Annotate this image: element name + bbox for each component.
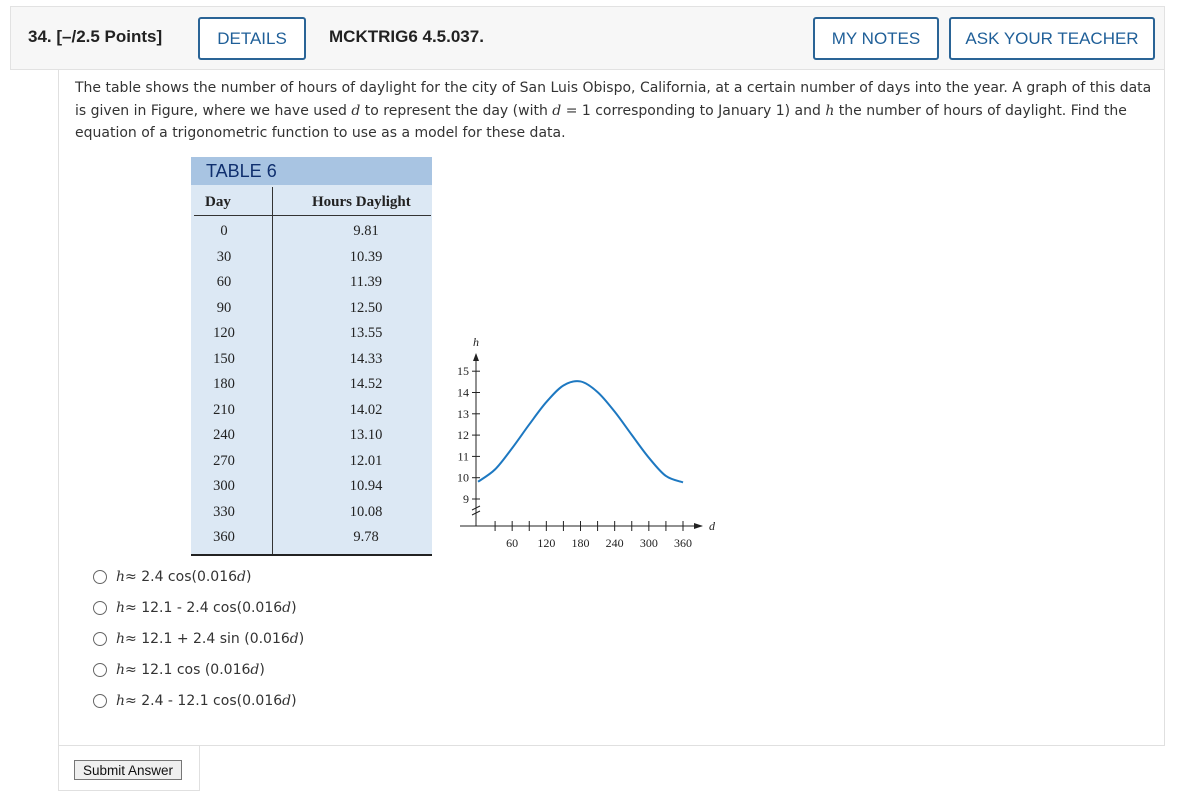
table-cell-hours: 10.94: [349, 478, 383, 494]
table-cell-day: 150: [213, 350, 235, 367]
radio-button[interactable]: [93, 632, 107, 646]
choice-var: h: [116, 569, 126, 585]
radio-button[interactable]: [93, 663, 107, 677]
table-cell-hours: 14.52: [349, 376, 383, 392]
table-cell-hours: 9.78: [353, 529, 379, 545]
table-cell-day: 90: [216, 299, 232, 316]
choice-var: d: [282, 600, 292, 616]
choice-var: h: [116, 631, 126, 647]
choice-5[interactable]: h ≈ 2.4 - 12.1 cos(0.016 d): [93, 690, 297, 712]
choice-text: ): [246, 569, 252, 585]
table-cell-day: 60: [216, 274, 232, 290]
choice-var: d: [237, 569, 246, 585]
table-cell-hours: 9.81: [353, 223, 379, 239]
x-tick-label: 180: [572, 536, 590, 550]
y-tick-label: 15: [457, 364, 469, 378]
prompt-text-3: = 1 corresponding to January 1) and: [561, 102, 826, 119]
x-axis-arrow: [694, 523, 703, 529]
choice-text: ): [291, 693, 297, 709]
submit-answer-button[interactable]: Submit Answer: [74, 760, 182, 780]
y-tick-label: 13: [457, 407, 469, 421]
radio-button[interactable]: [93, 570, 107, 584]
prompt-var-d: d: [351, 102, 361, 119]
choice-var: h: [116, 600, 126, 616]
y-tick-label: 11: [457, 449, 469, 463]
table-caption: TABLE 6: [191, 157, 432, 185]
prompt-text-2: to represent the day (with: [360, 102, 553, 119]
daylight-graph: 9 10 11 12 13 14 15 60 120 180 240 300 360 h d: [457, 335, 716, 550]
x-tick-label: 120: [537, 536, 555, 550]
table-cell-day: 300: [213, 478, 235, 494]
my-notes-button[interactable]: MY NOTES: [813, 17, 939, 60]
y-axis-arrow: [473, 353, 479, 361]
choice-text: ≈ 2.4 cos(0.016: [125, 569, 238, 585]
table-bottom-rule: [191, 554, 432, 556]
table-cell-day: 180: [213, 376, 235, 392]
table-cell-day: 360: [213, 529, 235, 545]
y-tick-label: 10: [457, 471, 469, 485]
question-prompt: The table shows the number of hours of d…: [75, 77, 1155, 145]
table-cell-hours: 13.55: [349, 325, 383, 341]
choice-var: h: [116, 693, 126, 709]
choice-text: ≈ 12.1 cos (0.016: [125, 662, 251, 678]
x-tick-label: 240: [606, 536, 624, 550]
choice-var: d: [282, 693, 292, 709]
daylight-table: TABLE 6 Day Hours Daylight 0 9.81 30 10.39 6…: [191, 157, 432, 556]
details-button[interactable]: DETAILS: [198, 17, 306, 60]
table-header-day: Day: [205, 194, 231, 210]
choice-text: ≈ 2.4 - 12.1 cos(0.016: [125, 693, 283, 709]
x-tick-label: 360: [674, 536, 692, 550]
radio-button[interactable]: [93, 694, 107, 708]
table-header-rule: [194, 215, 431, 216]
question-number: 34. [–/2.5 Points]: [28, 27, 163, 46]
question-header: 34. [–/2.5 Points] DETAILS MCKTRIG6 4.5.…: [10, 6, 1165, 70]
daylight-curve: [477, 380, 684, 484]
y-tick-label: 14: [457, 386, 469, 400]
table-cell-day: 270: [213, 452, 235, 469]
choice-text: ): [291, 600, 297, 616]
table-cell-hours: 14.33: [349, 350, 383, 367]
table-cell-day: 30: [216, 248, 232, 265]
choice-2[interactable]: h ≈ 12.1 - 2.4 cos(0.016 d): [93, 597, 297, 619]
table-cell-day: 120: [213, 325, 235, 341]
choice-var: h: [116, 662, 126, 678]
choice-text: ): [298, 631, 305, 647]
table-cell-day: 240: [213, 427, 235, 443]
choice-var: d: [250, 662, 260, 678]
table-cell-hours: 14.02: [349, 401, 383, 418]
table-cell-day: 210: [213, 401, 235, 418]
table-cell-hours: 10.39: [349, 248, 383, 265]
question-code: MCKTRIG6 4.5.037.: [329, 27, 484, 46]
choice-text: ≈ 12.1 - 2.4 cos(0.016: [125, 600, 283, 616]
table-divider: [272, 187, 273, 556]
prompt-var-d: d: [552, 102, 562, 119]
y-tick-label: 9: [463, 492, 469, 506]
table-cell-hours: 13.10: [349, 427, 383, 443]
table-cell-hours: 12.01: [349, 452, 383, 469]
table-cell-hours: 10.08: [349, 503, 383, 520]
choice-1[interactable]: h ≈ 2.4 cos(0.016 d): [93, 566, 251, 588]
y-tick-label: 12: [457, 428, 469, 442]
table-cell-day: 0: [220, 223, 228, 239]
y-axis-label: h: [473, 335, 479, 349]
ask-your-teacher-button[interactable]: ASK YOUR TEACHER: [949, 17, 1155, 60]
choice-var: d: [289, 631, 299, 647]
table-cell-hours: 12.50: [349, 299, 383, 316]
table-cell-hours: 11.39: [349, 274, 383, 290]
x-tick-label: 60: [506, 536, 518, 550]
x-tick-label: 300: [640, 536, 658, 550]
radio-button[interactable]: [93, 601, 107, 615]
table-header-hours: Hours Daylight: [312, 194, 411, 210]
table-cell-day: 330: [213, 503, 235, 520]
choice-text: ): [259, 662, 265, 678]
choice-3[interactable]: h ≈ 12.1 + 2.4 sin (0.016 d): [93, 628, 304, 650]
choice-text: ≈ 12.1 + 2.4 sin (0.016: [125, 631, 290, 647]
prompt-var-h: h: [825, 102, 835, 119]
choice-4[interactable]: h ≈ 12.1 cos (0.016 d): [93, 659, 265, 681]
x-axis-label: d: [709, 519, 716, 533]
